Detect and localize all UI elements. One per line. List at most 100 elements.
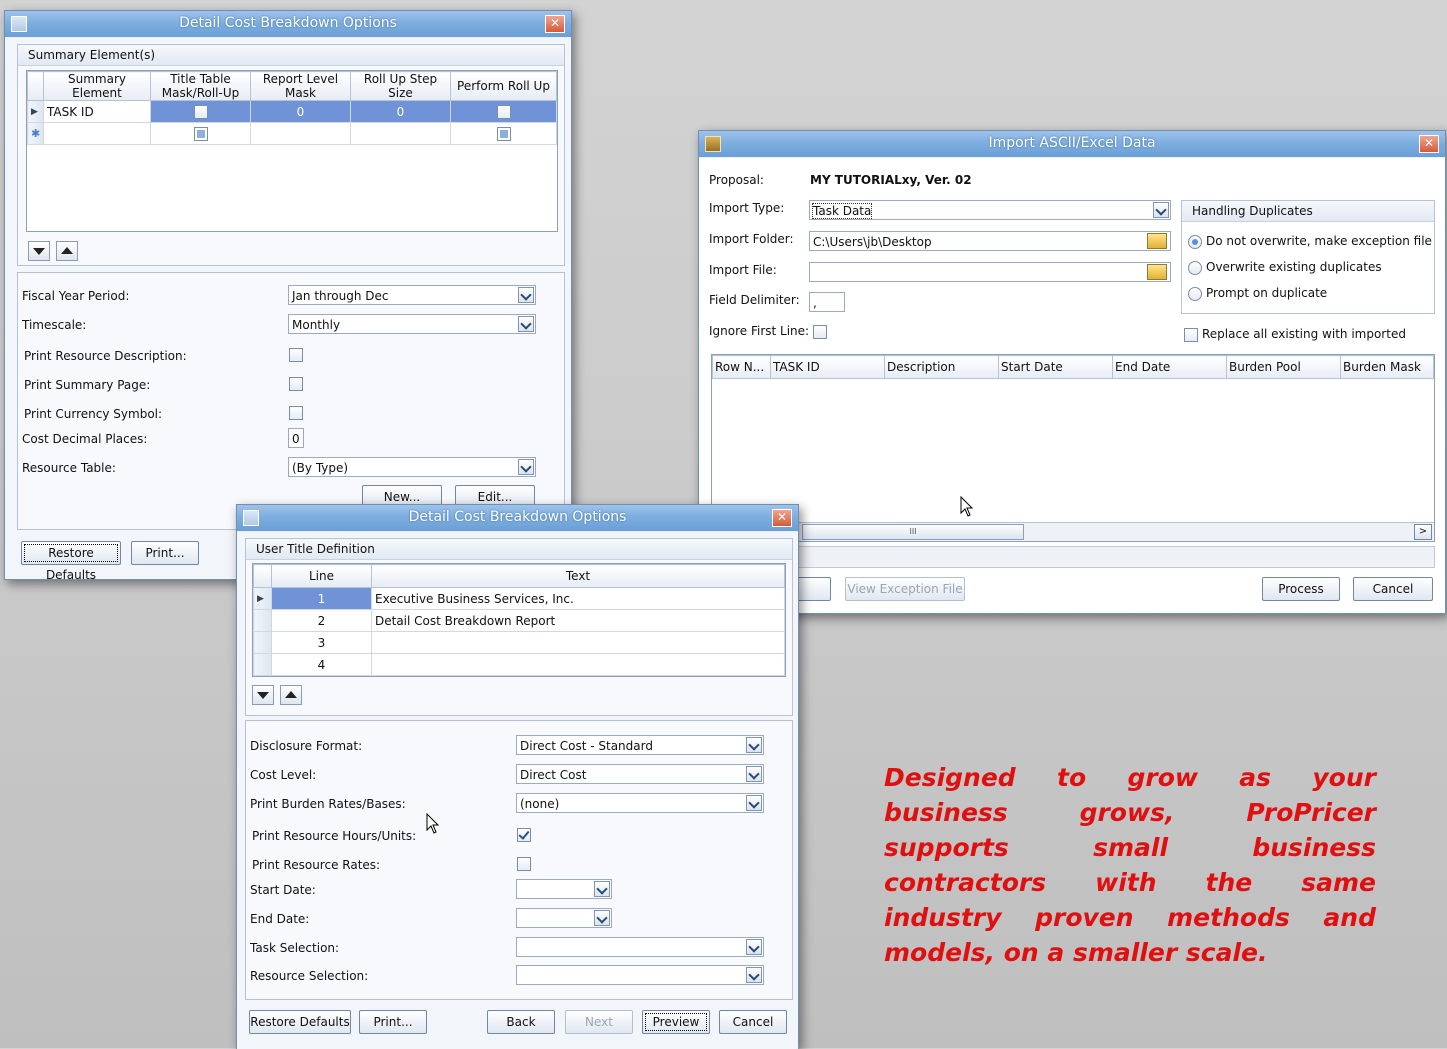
- title-bar[interactable]: Detail Cost Breakdown Options ✕: [237, 505, 798, 531]
- burden-rates-select[interactable]: (none): [516, 793, 764, 813]
- text-cell[interactable]: [371, 653, 785, 676]
- scrollbar-thumb[interactable]: III: [802, 524, 1024, 540]
- column-header[interactable]: Burden Pool: [1226, 355, 1341, 379]
- field-delimiter-input[interactable]: ,: [809, 292, 845, 312]
- line-cell[interactable]: 4: [271, 653, 372, 676]
- replace-existing-checkbox[interactable]: [1184, 327, 1198, 342]
- start-date-picker[interactable]: [516, 879, 612, 899]
- title-mask-checkbox[interactable]: [193, 104, 208, 119]
- chevron-down-icon[interactable]: [518, 459, 534, 475]
- close-icon[interactable]: ✕: [1419, 135, 1439, 153]
- text-cell[interactable]: Executive Business Services, Inc.: [371, 587, 785, 610]
- view-exception-file-button[interactable]: View Exception File: [845, 577, 965, 601]
- title-mask-checkbox-new[interactable]: [193, 126, 208, 141]
- column-header[interactable]: End Date: [1112, 355, 1227, 379]
- title-mask-cell[interactable]: [150, 100, 251, 123]
- restore-defaults-button[interactable]: Restore Defaults: [249, 1010, 351, 1034]
- perform-rollup-checkbox-new[interactable]: [496, 126, 511, 141]
- process-button[interactable]: Process: [1262, 577, 1340, 601]
- print-button[interactable]: Print...: [131, 541, 199, 565]
- column-header[interactable]: Roll Up Step Size: [350, 71, 451, 101]
- summary-elements-grid[interactable]: Summary Element Title Table Mask/Roll-Up…: [26, 70, 558, 232]
- column-header[interactable]: Report Level Mask: [250, 71, 351, 101]
- print-currency-checkbox[interactable]: [289, 406, 303, 420]
- chevron-down-icon[interactable]: [746, 967, 762, 983]
- import-preview-grid[interactable]: Row N... TASK ID Description Start Date …: [711, 354, 1435, 542]
- move-up-button[interactable]: [280, 685, 302, 705]
- table-row[interactable]: 3: [253, 631, 785, 654]
- task-selection-select[interactable]: [516, 937, 764, 957]
- timescale-select[interactable]: Monthly: [288, 314, 536, 334]
- cancel-button[interactable]: Cancel: [719, 1010, 787, 1034]
- move-down-button[interactable]: [28, 241, 50, 261]
- chevron-down-icon[interactable]: [518, 316, 534, 332]
- column-header[interactable]: TASK ID: [770, 355, 885, 379]
- chevron-down-icon[interactable]: [1153, 202, 1169, 218]
- resource-hours-checkbox[interactable]: [517, 828, 531, 842]
- text-cell[interactable]: [371, 631, 785, 654]
- calendar-dropdown-icon[interactable]: [594, 910, 610, 926]
- move-up-button[interactable]: [56, 241, 78, 261]
- line-cell[interactable]: 2: [271, 609, 372, 632]
- scroll-right-icon[interactable]: >: [1414, 524, 1432, 540]
- row-indicator-icon[interactable]: ▶: [27, 100, 44, 123]
- calendar-dropdown-icon[interactable]: [594, 881, 610, 897]
- new-row-icon[interactable]: ✱: [27, 122, 44, 145]
- title-bar[interactable]: Import ASCII/Excel Data ✕: [699, 131, 1445, 157]
- disclosure-format-select[interactable]: Direct Cost - Standard: [516, 735, 764, 755]
- column-header[interactable]: Title Table Mask/Roll-Up: [150, 71, 251, 101]
- table-row[interactable]: ▶ 1 Executive Business Services, Inc.: [253, 587, 785, 610]
- cancel-button[interactable]: Cancel: [1353, 577, 1433, 601]
- next-button[interactable]: Next: [565, 1010, 633, 1034]
- column-header[interactable]: Summary Element: [43, 71, 151, 101]
- dup-option-no-overwrite[interactable]: Do not overwrite, make exception file: [1188, 234, 1432, 249]
- replace-existing-option[interactable]: Replace all existing with imported: [1184, 327, 1406, 342]
- close-icon[interactable]: ✕: [772, 509, 792, 527]
- table-row[interactable]: ▶ TASK ID 0 0: [27, 100, 557, 123]
- end-date-picker[interactable]: [516, 908, 612, 928]
- chevron-down-icon[interactable]: [518, 287, 534, 303]
- folder-browse-icon[interactable]: [1147, 233, 1167, 249]
- row-indicator-icon[interactable]: ▶: [253, 587, 272, 610]
- line-cell[interactable]: 3: [271, 631, 372, 654]
- open-file-icon[interactable]: [1147, 264, 1167, 280]
- title-bar[interactable]: Detail Cost Breakdown Options ✕: [5, 11, 571, 37]
- perform-rollup-cell[interactable]: [450, 100, 557, 123]
- resource-selection-select[interactable]: [516, 965, 764, 985]
- dup-option-overwrite[interactable]: Overwrite existing duplicates: [1188, 260, 1382, 275]
- import-type-select[interactable]: Task Data: [809, 200, 1171, 220]
- chevron-down-icon[interactable]: [746, 766, 762, 782]
- move-down-button[interactable]: [252, 685, 274, 705]
- chevron-down-icon[interactable]: [746, 737, 762, 753]
- print-summary-checkbox[interactable]: [289, 377, 303, 391]
- radio[interactable]: [1188, 260, 1202, 275]
- summary-element-cell[interactable]: TASK ID: [43, 100, 151, 123]
- column-header[interactable]: Line: [271, 564, 372, 588]
- report-level-cell[interactable]: 0: [250, 100, 351, 123]
- step-size-cell[interactable]: 0: [350, 100, 451, 123]
- perform-rollup-checkbox[interactable]: [496, 104, 511, 119]
- ignore-first-line-checkbox[interactable]: [813, 325, 827, 339]
- print-button[interactable]: Print...: [359, 1010, 427, 1034]
- import-folder-input[interactable]: C:\Users\jb\Desktop: [809, 231, 1171, 251]
- column-header[interactable]: Text: [371, 564, 785, 588]
- text-cell[interactable]: Detail Cost Breakdown Report: [371, 609, 785, 632]
- horizontal-scrollbar[interactable]: III >: [712, 522, 1434, 541]
- table-row[interactable]: 2 Detail Cost Breakdown Report: [253, 609, 785, 632]
- chevron-down-icon[interactable]: [746, 939, 762, 955]
- column-header[interactable]: Row N...: [712, 355, 771, 379]
- column-header[interactable]: Perform Roll Up: [450, 71, 557, 101]
- back-button[interactable]: Back: [487, 1010, 555, 1034]
- line-cell[interactable]: 1: [271, 587, 372, 610]
- table-row[interactable]: 4: [253, 653, 785, 676]
- column-header[interactable]: Description: [884, 355, 999, 379]
- user-title-grid[interactable]: Line Text ▶ 1 Executive Business Service…: [252, 563, 786, 677]
- column-header[interactable]: Start Date: [998, 355, 1113, 379]
- radio-selected[interactable]: [1188, 234, 1202, 249]
- fiscal-year-select[interactable]: Jan through Dec: [288, 285, 536, 305]
- chevron-down-icon[interactable]: [746, 795, 762, 811]
- decimal-places-input[interactable]: 0: [288, 428, 304, 448]
- close-icon[interactable]: ✕: [545, 15, 565, 33]
- column-header[interactable]: Burden Mask: [1340, 355, 1434, 379]
- resource-table-select[interactable]: (By Type): [288, 457, 536, 477]
